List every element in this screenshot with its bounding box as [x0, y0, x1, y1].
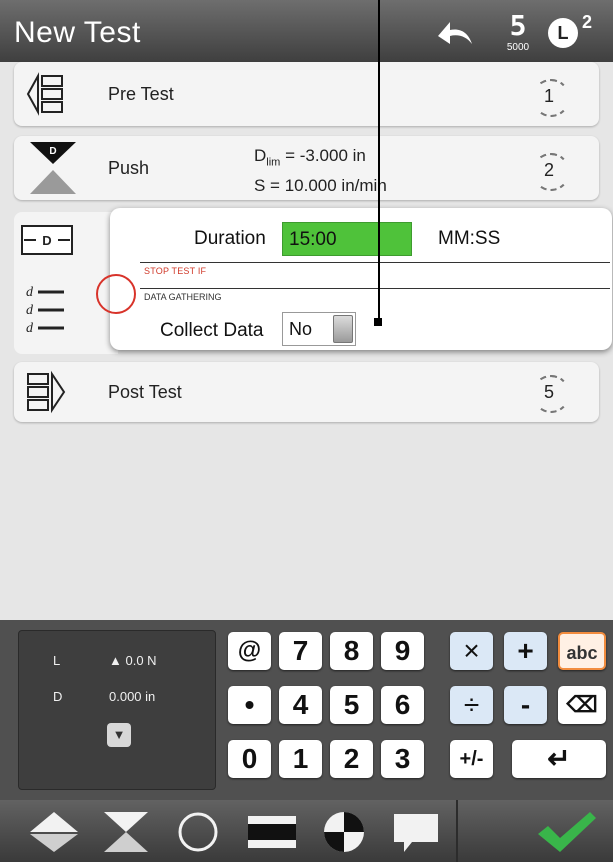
- test-step-list: Pre Test 1 D Push Dlim = -3.000 in S = 1…: [0, 62, 613, 620]
- key-plus[interactable]: +: [504, 632, 547, 670]
- stop-test-if-header: STOP TEST IF: [144, 266, 207, 276]
- duration-label: Duration: [194, 228, 266, 249]
- key-4[interactable]: 4: [279, 686, 322, 724]
- bottom-toolbar: [0, 800, 613, 862]
- push-icon: D: [30, 142, 76, 194]
- displacement-key: D: [53, 689, 63, 704]
- hold-icon[interactable]: [246, 810, 298, 854]
- key-multiply[interactable]: ×: [450, 632, 493, 670]
- load-key: L: [53, 653, 61, 668]
- step-number: 2: [529, 150, 570, 191]
- key-7[interactable]: 7: [279, 632, 322, 670]
- stop-step-editor: Duration 15:00 MM:SS STOP TEST IF DATA G…: [110, 208, 612, 350]
- duration-unit: MM:SS: [438, 228, 501, 249]
- callout-dot: [374, 318, 382, 326]
- divider: [140, 262, 610, 263]
- callout-line: [378, 0, 380, 322]
- data-gathering-header: DATA GATHERING: [144, 292, 222, 302]
- collect-data-value: No: [289, 319, 313, 339]
- annotation-circle: [96, 274, 136, 314]
- step-push[interactable]: D Push Dlim = -3.000 in S = 10.000 in/mi…: [14, 136, 599, 200]
- load-superscript: 2: [582, 12, 593, 32]
- step-label: Post Test: [108, 382, 182, 402]
- step-number: 5: [529, 372, 570, 413]
- svg-text:d: d: [26, 285, 34, 300]
- svg-text:d: d: [26, 303, 34, 318]
- frame-number: 5: [509, 9, 527, 42]
- push-limit: Dlim = -3.000 in: [254, 146, 366, 169]
- step-post-test[interactable]: Post Test 5: [14, 362, 599, 422]
- key-9[interactable]: 9: [381, 632, 424, 670]
- comment-icon[interactable]: [390, 810, 442, 854]
- key-abc[interactable]: abc: [558, 632, 606, 670]
- live-readout: L ▲︎ 0.0 N D 0.000 in ▼: [18, 630, 216, 790]
- step-pre-test[interactable]: Pre Test 1: [14, 62, 599, 126]
- svg-text:D: D: [42, 233, 51, 248]
- key-8[interactable]: 8: [330, 632, 373, 670]
- post-test-icon: [27, 370, 66, 414]
- target-icon[interactable]: [318, 810, 370, 854]
- key-6[interactable]: 6: [381, 686, 424, 724]
- confirm-check-icon[interactable]: [534, 808, 598, 856]
- key-divide[interactable]: ÷: [450, 686, 493, 724]
- key-minus[interactable]: -: [504, 686, 547, 724]
- title-bar: New Test 5 5000 L 2: [0, 0, 613, 62]
- key-5[interactable]: 5: [330, 686, 373, 724]
- displacement-value: 0.000 in: [109, 689, 156, 704]
- key-decimal[interactable]: •: [228, 686, 271, 724]
- backspace-icon[interactable]: ⌫: [558, 686, 606, 724]
- step-number: 1: [529, 76, 570, 117]
- jog-icon[interactable]: [28, 810, 80, 854]
- sort-arrows-icon: ▲︎: [109, 653, 122, 668]
- step-label: Push: [108, 158, 150, 178]
- svg-text:D: D: [49, 146, 56, 157]
- hourglass-icon[interactable]: [100, 810, 152, 854]
- load-cell-icon[interactable]: L 2: [548, 12, 608, 54]
- enter-icon[interactable]: ↵: [512, 740, 606, 778]
- frame-sub: 5000: [506, 42, 530, 53]
- svg-text:d: d: [26, 321, 34, 336]
- pre-test-icon: [26, 72, 63, 116]
- cycle-icon[interactable]: [172, 810, 224, 854]
- collect-data-select[interactable]: No: [282, 312, 356, 346]
- page-title: New Test: [14, 16, 141, 49]
- data-collection-icon: d d d: [26, 285, 64, 336]
- load-value: ▲︎ 0.0 N: [109, 653, 157, 668]
- key-plus-minus[interactable]: +/-: [450, 740, 493, 778]
- duration-input[interactable]: 15:00: [282, 222, 412, 256]
- key-3[interactable]: 3: [381, 740, 424, 778]
- push-parameters: Dlim = -3.000 in S = 10.000 in/min: [254, 144, 387, 198]
- key-at[interactable]: @: [228, 632, 271, 670]
- keypad-panel: L ▲︎ 0.0 N D 0.000 in ▼ @ 7 8 9 × + abc …: [0, 620, 613, 800]
- push-speed: S = 10.000 in/min: [254, 176, 387, 196]
- key-2[interactable]: 2: [330, 740, 373, 778]
- undo-icon[interactable]: [432, 14, 476, 48]
- frame-icon[interactable]: 5 5000: [498, 12, 538, 56]
- collapse-icon[interactable]: ▼: [107, 723, 131, 747]
- toolbar-divider: [456, 800, 458, 862]
- step-label: Pre Test: [108, 84, 174, 104]
- select-handle-icon[interactable]: [333, 315, 353, 343]
- duration-icon: D: [21, 225, 73, 255]
- load-letter: L: [548, 18, 578, 48]
- divider: [140, 288, 610, 289]
- key-0[interactable]: 0: [228, 740, 271, 778]
- collect-data-label: Collect Data: [160, 320, 264, 341]
- key-1[interactable]: 1: [279, 740, 322, 778]
